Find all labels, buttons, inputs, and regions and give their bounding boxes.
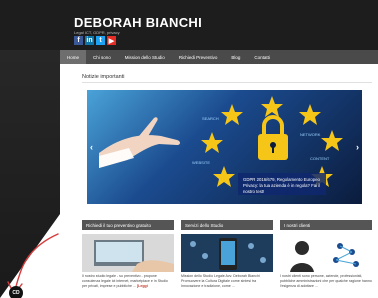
cookie-settings-button[interactable]: CD — [9, 286, 23, 298]
widget-text: Il nostro studio legale - su preventivo … — [82, 274, 168, 288]
nav-preventivo[interactable]: Richiedi Preventivo — [172, 50, 225, 64]
widget-title: Richiedi il tuo preventivo gratuito — [82, 220, 174, 230]
main-content: Notizie importanti SEARCH NETWORK WEBSIT… — [60, 64, 378, 298]
nav-chi-sono[interactable]: Chi sono — [86, 50, 118, 64]
widget-text: Mission dello Studio Legale Avv. Deborah… — [181, 274, 260, 288]
section-title: Notizie importanti — [82, 74, 125, 80]
hand-image — [99, 117, 180, 168]
slider-prev-arrow[interactable]: ‹ — [90, 142, 93, 152]
widget-preventivo: Richiedi il tuo preventivo gratuito Il n… — [82, 220, 174, 288]
section-divider — [82, 82, 372, 83]
youtube-icon[interactable]: ▶ — [107, 36, 116, 45]
nav-mission[interactable]: Mission dello Studio — [118, 50, 172, 64]
clients-image — [280, 234, 372, 272]
twitter-icon[interactable]: t — [96, 36, 105, 45]
read-more-link[interactable]: [Leggi — [137, 284, 148, 288]
nav-blog[interactable]: Blog — [224, 50, 247, 64]
svg-text:SEARCH: SEARCH — [202, 116, 219, 121]
red-annotation-arrow — [7, 233, 59, 296]
facebook-icon[interactable]: f — [74, 36, 83, 45]
nav-contatti[interactable]: Contatti — [247, 50, 277, 64]
site-header: DEBORAH BIANCHI Legal ICT, GDPR, privacy… — [0, 0, 378, 50]
social-links: f in t ▶ — [74, 36, 116, 45]
slider-next-arrow[interactable]: › — [356, 142, 359, 152]
widget-text: I nostri clienti sono persone, aziende, … — [280, 274, 372, 288]
widget-title: I nostri clienti — [280, 220, 372, 230]
nav-home[interactable]: Home — [60, 50, 87, 64]
svg-text:NETWORK: NETWORK — [300, 132, 321, 137]
widget-clienti: I nostri clienti I nostri clienti sono p… — [280, 220, 372, 288]
main-navigation: Home Chi sono Mission dello Studio Richi… — [60, 50, 378, 64]
widget-title: Servizi dello Studio — [181, 220, 273, 230]
smartphone-image — [181, 234, 273, 272]
widget-servizi: Servizi dello Studio Mission dello Studi… — [181, 220, 273, 288]
linkedin-icon[interactable]: in — [85, 36, 94, 45]
laptop-image — [82, 234, 174, 272]
site-title[interactable]: DEBORAH BIANCHI — [74, 15, 202, 30]
svg-text:CONTENT: CONTENT — [310, 156, 330, 161]
svg-text:WEBSITE: WEBSITE — [192, 160, 210, 165]
slider-caption[interactable]: GDPR 2016/679, Regolamento Europeo Priva… — [238, 173, 326, 195]
site-tagline: Legal ICT, GDPR, privacy — [74, 30, 120, 35]
